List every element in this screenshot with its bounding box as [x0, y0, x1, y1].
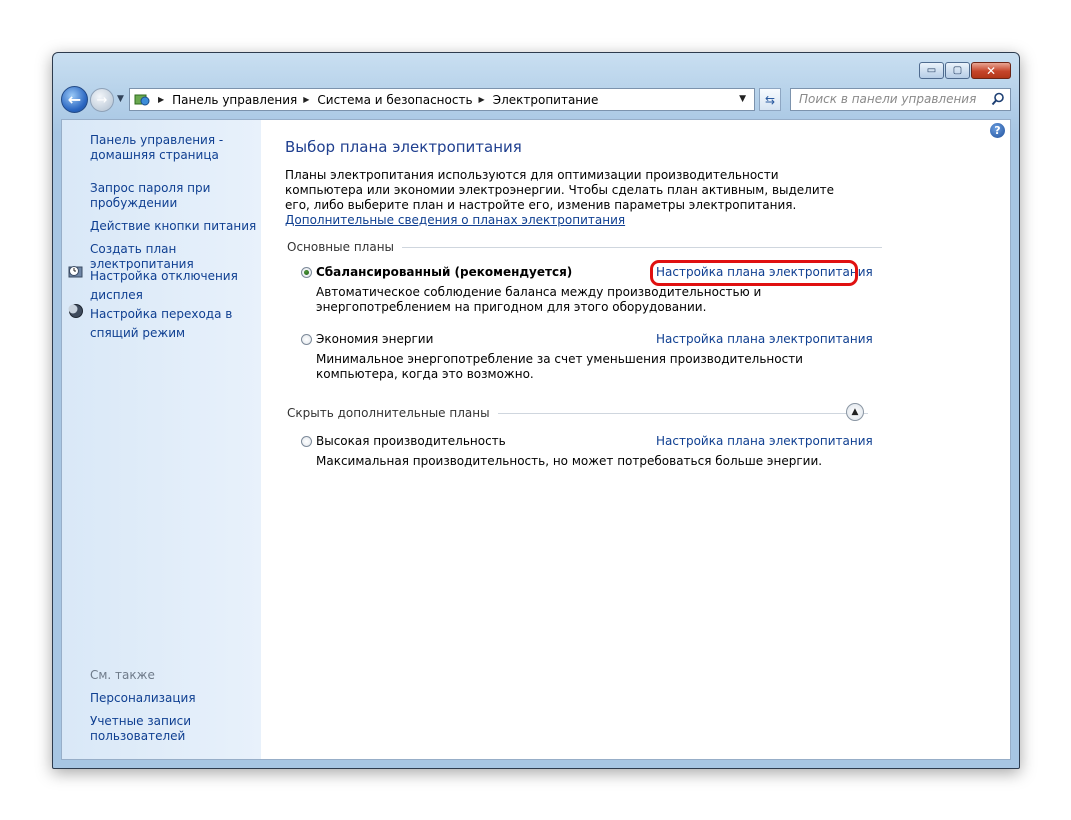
forward-arrow-icon: →	[96, 92, 108, 108]
see-also-heading: См. также	[90, 668, 155, 682]
highlight-annotation	[650, 260, 858, 286]
navigation-toolbar: ← → ▼ ▶ Панель управления ▶ Система и бе…	[61, 86, 1011, 114]
plan-power-saver-radio[interactable]	[301, 334, 312, 345]
search-icon[interactable]	[991, 92, 1005, 106]
help-icon[interactable]: ?	[990, 123, 1005, 138]
breadcrumb-separator[interactable]: ▶	[303, 95, 309, 104]
maximize-button[interactable]: ▢	[945, 62, 970, 79]
more-info-link[interactable]: Дополнительные сведения о планах электро…	[285, 213, 625, 227]
close-icon: ✕	[985, 63, 997, 78]
basic-plans-title: Основные планы	[287, 240, 395, 254]
see-also-user-accounts[interactable]: Учетные записи пользователей	[90, 714, 200, 744]
hidden-plans-header[interactable]: Скрыть дополнительные планы	[287, 406, 868, 420]
plan-high-performance-radio[interactable]	[301, 436, 312, 447]
plan-power-saver-settings-link[interactable]: Настройка плана электропитания	[656, 332, 873, 346]
control-panel-icon	[134, 94, 150, 105]
sidebar-item-sleep[interactable]: Настройка перехода в спящий режим	[68, 303, 260, 341]
plan-high-performance: Высокая производительность Настройка пла…	[301, 434, 873, 469]
content-area: Панель управления - домашняя страница За…	[61, 119, 1011, 760]
collapse-chevron-icon[interactable]: ▲	[846, 403, 864, 421]
see-also-personalization[interactable]: Персонализация	[90, 691, 260, 706]
main-panel: ? Выбор плана электропитания Планы элект…	[261, 120, 1010, 759]
sidebar-item-label: Настройка отключения дисплея	[90, 269, 238, 302]
plan-power-saver-description: Минимальное энергопотребление за счет ум…	[316, 352, 803, 381]
plan-high-performance-settings-link[interactable]: Настройка плана электропитания	[656, 434, 873, 448]
sidebar-home-link[interactable]: Панель управления - домашняя страница	[90, 133, 260, 163]
plan-power-saver-label[interactable]: Экономия энергии	[316, 332, 433, 346]
plan-row: Высокая производительность Настройка пла…	[301, 434, 873, 450]
task-pane: Панель управления - домашняя страница За…	[62, 120, 261, 759]
section-divider	[497, 412, 868, 414]
plan-row: Экономия энергии Настройка плана электро…	[301, 332, 873, 348]
moon-icon	[68, 304, 83, 318]
refresh-button[interactable]: ⇆	[759, 88, 781, 111]
maximize-icon: ▢	[952, 65, 963, 76]
sidebar-item-display-off[interactable]: Настройка отключения дисплея	[68, 265, 260, 303]
plan-high-performance-label[interactable]: Высокая производительность	[316, 434, 506, 448]
breadcrumb-separator[interactable]: ▶	[158, 95, 164, 104]
plan-balanced-description: Автоматическое соблюдение баланса между …	[316, 285, 762, 314]
page-title: Выбор плана электропитания	[285, 138, 522, 156]
forward-button[interactable]: →	[90, 88, 114, 112]
breadcrumb-control-panel[interactable]: Панель управления	[172, 93, 297, 107]
breadcrumb-power-options[interactable]: Электропитание	[493, 93, 599, 107]
back-button[interactable]: ←	[61, 86, 88, 113]
refresh-icon: ⇆	[764, 92, 776, 107]
plan-high-performance-description: Максимальная производительность, но може…	[316, 454, 823, 468]
minimize-button[interactable]: ▭	[919, 62, 944, 79]
recent-pages-dropdown[interactable]: ▼	[117, 94, 124, 104]
display-clock-icon	[68, 266, 83, 278]
sidebar-item-power-button[interactable]: Действие кнопки питания	[90, 219, 260, 234]
address-dropdown-icon[interactable]: ▼	[739, 94, 746, 104]
minimize-icon: ▭	[926, 65, 937, 76]
search-placeholder: Поиск в панели управления	[799, 92, 977, 106]
section-divider	[402, 246, 883, 248]
sidebar-item-wake-password[interactable]: Запрос пароля при пробуждении	[90, 181, 260, 211]
close-button[interactable]: ✕	[971, 62, 1011, 79]
breadcrumb-separator[interactable]: ▶	[479, 95, 485, 104]
intro-text-block: Планы электропитания используются для оп…	[285, 168, 845, 228]
hidden-plans-title: Скрыть дополнительные планы	[287, 406, 490, 420]
basic-plans-header: Основные планы	[287, 240, 883, 254]
window-controls: ▭ ▢ ✕	[919, 62, 1011, 79]
plan-balanced-label[interactable]: Сбалансированный (рекомендуется)	[316, 265, 572, 279]
back-arrow-icon: ←	[67, 90, 82, 109]
sidebar-item-label: Настройка перехода в спящий режим	[90, 307, 233, 340]
plan-power-saver: Экономия энергии Настройка плана электро…	[301, 332, 873, 382]
plan-balanced-radio[interactable]	[301, 267, 312, 278]
search-input[interactable]: Поиск в панели управления	[790, 88, 1011, 111]
breadcrumb-system-security[interactable]: Система и безопасность	[317, 93, 472, 107]
intro-text: Планы электропитания используются для оп…	[285, 168, 835, 212]
address-bar[interactable]: ▶ Панель управления ▶ Система и безопасн…	[129, 88, 755, 111]
control-panel-window: ▭ ▢ ✕ ← → ▼ ▶ Панель управления ▶ Систем…	[52, 52, 1020, 769]
